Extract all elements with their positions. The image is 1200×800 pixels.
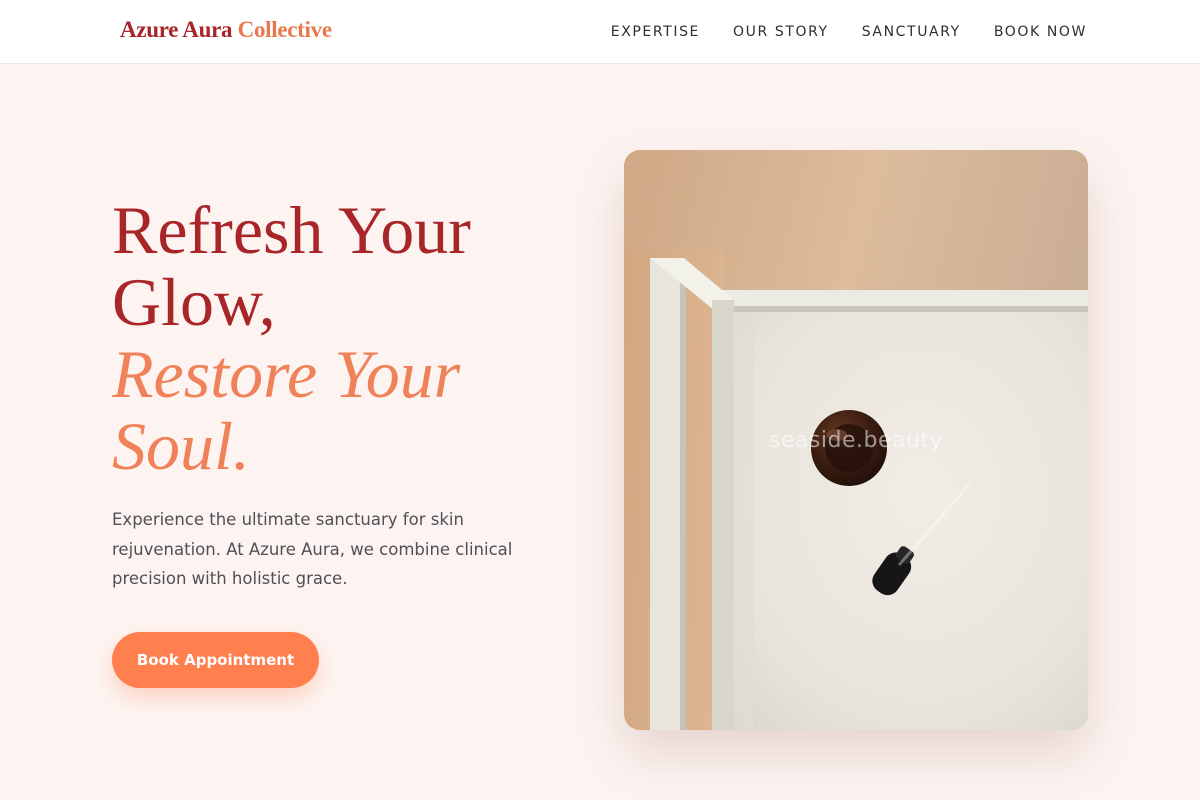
hero-headline: Refresh Your Glow, Restore Your Soul.	[112, 194, 592, 482]
hero-description: Experience the ultimate sanctuary for sk…	[112, 510, 513, 588]
image-watermark: seaside.beauty	[768, 428, 944, 453]
hero-image: seaside.beauty	[624, 150, 1088, 730]
nav-link-book-now[interactable]: BOOK NOW	[994, 24, 1087, 40]
hero-headline-line1: Refresh Your Glow,	[112, 192, 471, 340]
brand-name: Azure Aura	[120, 17, 233, 42]
nav-link-sanctuary[interactable]: SANCTUARY	[862, 24, 961, 40]
main-nav: EXPERTISE OUR STORY SANCTUARY BOOK NOW	[611, 0, 1087, 64]
nav-link-our-story[interactable]: OUR STORY	[733, 24, 829, 40]
top-navigation-bar: Azure Aura Collective EXPERTISE OUR STOR…	[0, 0, 1200, 64]
book-appointment-button[interactable]: Book Appointment	[112, 632, 319, 688]
nav-link-expertise[interactable]: EXPERTISE	[611, 24, 700, 40]
brand-logo[interactable]: Azure Aura Collective	[120, 17, 332, 43]
hero-headline-line2: Restore Your Soul.	[112, 336, 461, 484]
brand-name-accent: Collective	[237, 17, 332, 42]
